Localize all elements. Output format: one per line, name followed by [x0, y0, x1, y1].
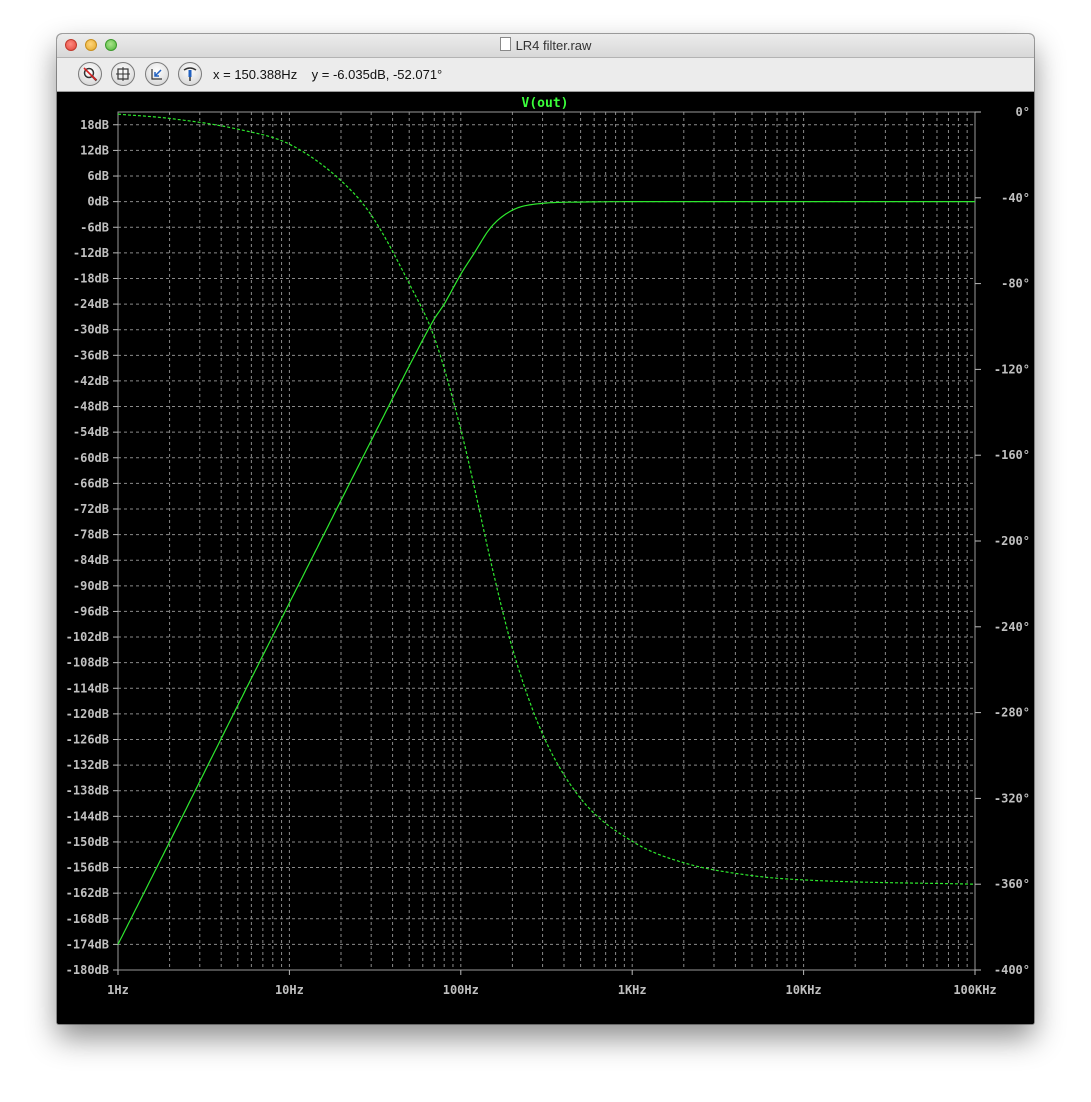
y-left-tick-label: -6dB	[80, 220, 109, 234]
y-right-tick-label: -280°	[994, 706, 1030, 720]
bode-plot[interactable]: 18dB 12dB 6dB 0dB -6dB -12dB -18dB -24dB -30dB -3…	[57, 92, 1034, 1024]
y-left-tick-label: -126dB	[66, 732, 109, 746]
y-right-tick-label: -360°	[994, 877, 1030, 891]
toolbar: x = 150.388Hz y = -6.035dB, -52.071°	[57, 58, 1034, 92]
x-tick-label: 100Hz	[443, 983, 479, 997]
minimize-button[interactable]	[85, 39, 97, 51]
autorange-button[interactable]	[111, 62, 135, 86]
y-left-tick-label: -90dB	[73, 579, 109, 593]
y-right-tick-label: -320°	[994, 791, 1030, 805]
document-icon	[499, 37, 511, 51]
title-bar: LR4 filter.raw	[57, 34, 1034, 58]
y-left-tick-label: -96dB	[73, 604, 109, 618]
cursor-readout: x = 150.388Hz y = -6.035dB, -52.071°	[213, 58, 442, 91]
plot-background	[57, 92, 1034, 1024]
y-left-tick-label: -150dB	[66, 835, 109, 849]
y-right-tick-label: -40°	[1001, 191, 1030, 205]
y-left-tick-label: -114dB	[66, 681, 109, 695]
y-left-tick-label: 0dB	[87, 195, 109, 209]
x-tick-label: 1Hz	[107, 983, 129, 997]
y-left-tick-label: -180dB	[66, 963, 109, 977]
x-tick-label: 10Hz	[275, 983, 304, 997]
y-left-tick-label: -132dB	[66, 758, 109, 772]
zoom-cancel-button[interactable]	[78, 62, 102, 86]
y-left-tick-label: 6dB	[87, 169, 109, 183]
y-left-tick-label: -54dB	[73, 425, 109, 439]
y-right-tick-label: -160°	[994, 448, 1030, 462]
probe-icon	[183, 67, 197, 81]
y-right-tick-label: -200°	[994, 534, 1030, 548]
chart-title: V(out)	[522, 96, 569, 111]
y-left-tick-label: -30dB	[73, 323, 109, 337]
zoom-back-icon	[151, 69, 162, 80]
y-right-tick-label: -80°	[1001, 277, 1030, 291]
cursor-x-readout: x = 150.388Hz	[213, 67, 298, 82]
y-left-tick-label: -36dB	[73, 348, 109, 362]
window-title-wrap: LR4 filter.raw	[57, 34, 1034, 57]
y-left-tick-label: -72dB	[73, 502, 109, 516]
y-left-tick-label: -174dB	[66, 937, 109, 951]
y-left-tick-label: -78dB	[73, 528, 109, 542]
y-left-tick-label: 12dB	[80, 143, 109, 157]
probe-button[interactable]	[178, 62, 202, 86]
waveform-window: LR4 filter.raw x = 150.388Hz y = -6.035d…	[57, 34, 1034, 1024]
y-left-tick-label: -66dB	[73, 476, 109, 490]
y-left-tick-label: -42dB	[73, 374, 109, 388]
zoom-back-button[interactable]	[145, 62, 169, 86]
y-left-tick-label: -18dB	[73, 271, 109, 285]
y-left-tick-label: -84dB	[73, 553, 109, 567]
autorange-icon	[116, 67, 130, 81]
y-left-tick-label: -12dB	[73, 246, 109, 260]
close-button[interactable]	[65, 39, 77, 51]
y-left-tick-label: -144dB	[66, 809, 109, 823]
y-left-tick-label: -168dB	[66, 912, 109, 926]
zoom-button[interactable]	[105, 39, 117, 51]
cursor-y-readout: y = -6.035dB, -52.071°	[311, 67, 443, 82]
y-left-tick-label: 18dB	[80, 118, 109, 132]
window-title: LR4 filter.raw	[515, 38, 592, 53]
y-left-tick-label: -60dB	[73, 451, 109, 465]
y-left-tick-label: -120dB	[66, 707, 109, 721]
y-right-tick-label: 0°	[1016, 105, 1030, 119]
y-left-tick-label: -156dB	[66, 861, 109, 875]
x-tick-label: 1KHz	[618, 983, 647, 997]
zoom-cancel-icon	[83, 67, 98, 82]
y-left-tick-label: -102dB	[66, 630, 109, 644]
y-right-tick-label: -400°	[994, 963, 1030, 977]
y-left-tick-label: -138dB	[66, 784, 109, 798]
y-left-tick-label: -108dB	[66, 656, 109, 670]
x-tick-label: 100KHz	[953, 983, 996, 997]
y-left-tick-label: -48dB	[73, 400, 109, 414]
x-tick-label: 10KHz	[786, 983, 822, 997]
y-right-tick-label: -240°	[994, 620, 1030, 634]
y-right-tick-label: -120°	[994, 362, 1030, 376]
y-left-tick-label: -162dB	[66, 886, 109, 900]
y-left-tick-label: -24dB	[73, 297, 109, 311]
